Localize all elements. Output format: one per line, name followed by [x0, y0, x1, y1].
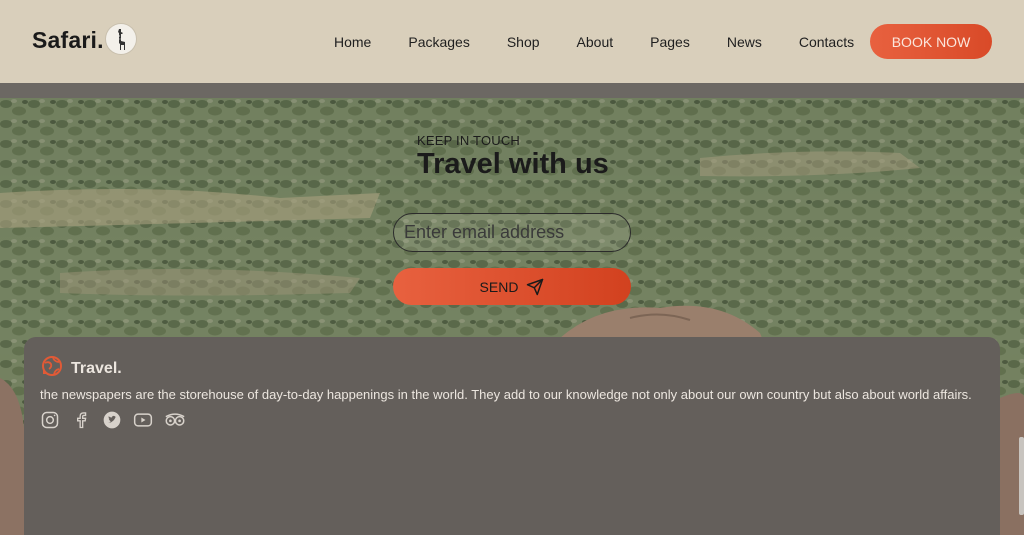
instagram-icon[interactable] — [40, 410, 60, 430]
nav-news[interactable]: News — [727, 34, 762, 50]
tripadvisor-icon[interactable] — [164, 410, 185, 430]
nav-contacts[interactable]: Contacts — [799, 34, 854, 50]
section-kicker: KEEP IN TOUCH — [417, 133, 521, 148]
site-header: Safari. Home Packages Shop About Pages N… — [0, 0, 1024, 83]
footer-card: Travel. the newspapers are the storehous… — [24, 337, 1000, 535]
twitter-icon[interactable] — [102, 410, 122, 430]
globe-icon — [40, 354, 64, 383]
giraffe-icon — [105, 24, 136, 54]
nav-pages[interactable]: Pages — [650, 34, 690, 50]
book-now-button[interactable]: BOOK NOW — [870, 24, 992, 59]
youtube-icon[interactable] — [133, 410, 153, 430]
page-scrollbar[interactable] — [1019, 437, 1024, 515]
send-label: SEND — [479, 278, 519, 295]
header-shadow-strip — [0, 83, 1024, 98]
nav-packages[interactable]: Packages — [408, 34, 469, 50]
footer-brand-text: Travel. — [71, 359, 122, 377]
logo-text: Safari. — [32, 26, 104, 53]
nav-shop[interactable]: Shop — [507, 34, 540, 50]
send-button[interactable]: SEND — [393, 268, 631, 305]
send-icon — [527, 278, 544, 295]
section-title: Travel with us — [417, 148, 609, 180]
email-input[interactable] — [393, 213, 631, 252]
main-nav: Home Packages Shop About Pages News Cont… — [334, 34, 891, 50]
social-links — [40, 410, 195, 430]
footer-description: the newspapers are the storehouse of day… — [40, 387, 972, 402]
nav-home[interactable]: Home — [334, 34, 371, 50]
nav-about[interactable]: About — [577, 34, 614, 50]
logo[interactable]: Safari. — [32, 24, 136, 54]
facebook-icon[interactable] — [71, 410, 91, 430]
footer-brand: Travel. — [40, 354, 122, 383]
